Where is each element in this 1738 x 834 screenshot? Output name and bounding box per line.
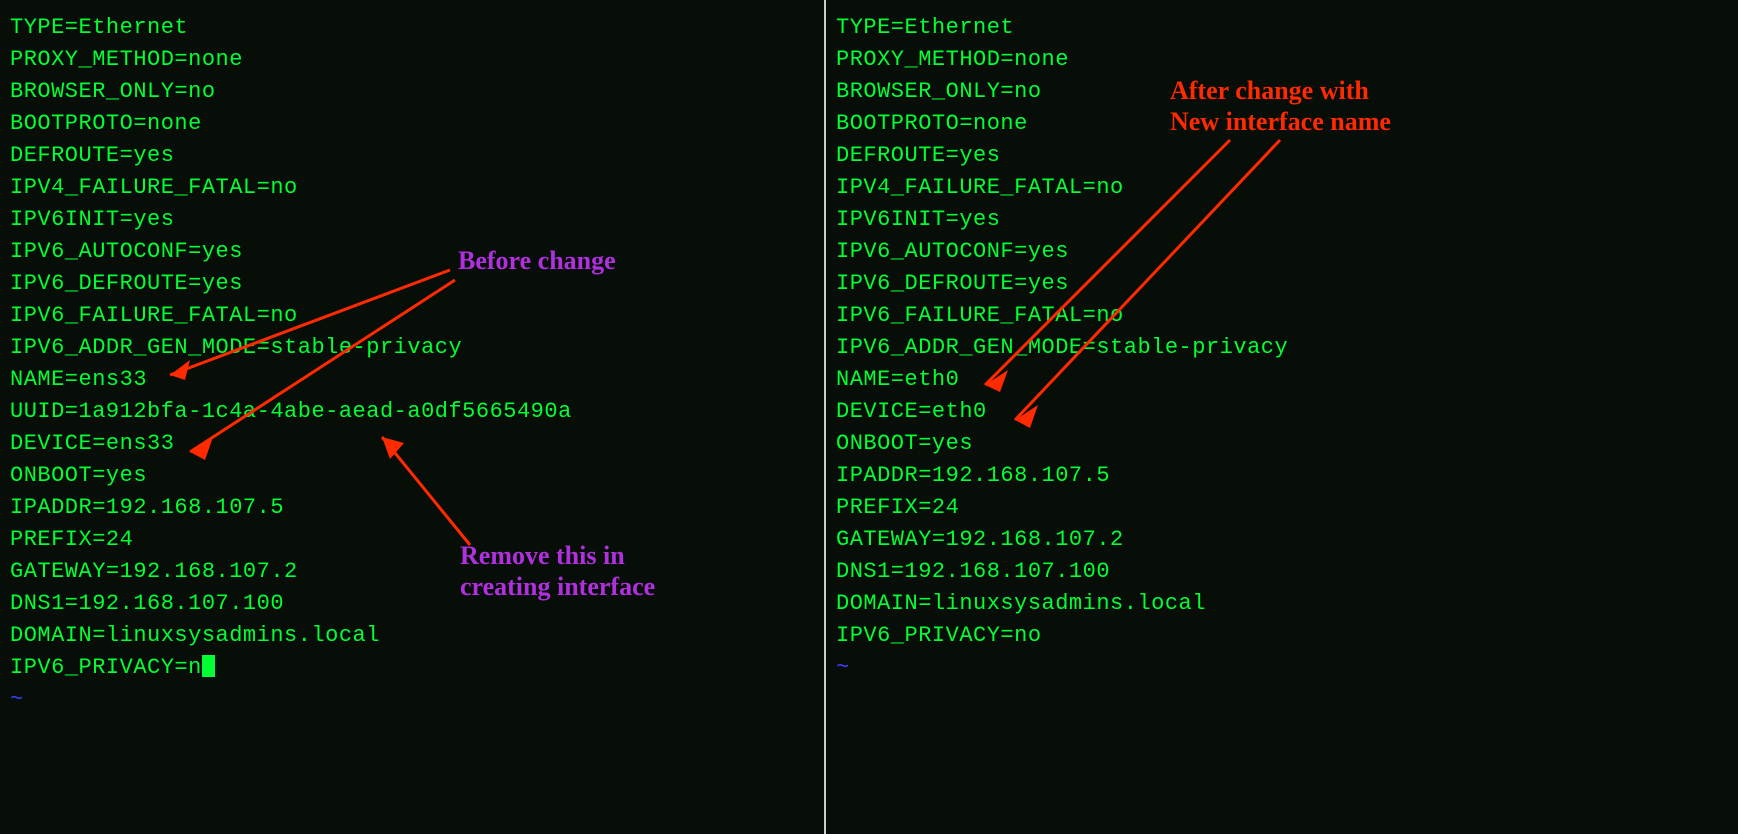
annotation-remove-this: Remove this in creating interface [460, 540, 655, 602]
config-line: PROXY_METHOD=none [836, 44, 1728, 76]
config-line: BROWSER_ONLY=no [10, 76, 814, 108]
config-line: IPV4_FAILURE_FATAL=no [836, 172, 1728, 204]
config-line: IPV6_FAILURE_FATAL=no [836, 300, 1728, 332]
config-line: IPV6_AUTOCONF=yes [10, 236, 814, 268]
config-line: DNS1=192.168.107.100 [10, 588, 814, 620]
config-line: IPV6_PRIVACY=n [10, 652, 814, 684]
config-line: DNS1=192.168.107.100 [836, 556, 1728, 588]
config-line: IPV6_PRIVACY=no [836, 620, 1728, 652]
config-line: IPV6_AUTOCONF=yes [836, 236, 1728, 268]
config-line: DOMAIN=linuxsysadmins.local [836, 588, 1728, 620]
config-line: IPV6_ADDR_GEN_MODE=stable-privacy [10, 332, 814, 364]
config-line: TYPE=Ethernet [10, 12, 814, 44]
config-line: IPV6_DEFROUTE=yes [10, 268, 814, 300]
config-line: PROXY_METHOD=none [10, 44, 814, 76]
annotation-before-change: Before change [458, 245, 616, 276]
vim-empty-line: ~ [836, 652, 1728, 684]
config-line: IPADDR=192.168.107.5 [10, 492, 814, 524]
config-line: IPV6INIT=yes [10, 204, 814, 236]
terminal-pane-left: TYPE=Ethernet PROXY_METHOD=none BROWSER_… [0, 0, 824, 834]
config-line: GATEWAY=192.168.107.2 [10, 556, 814, 588]
config-line: DEFROUTE=yes [10, 140, 814, 172]
config-line: GATEWAY=192.168.107.2 [836, 524, 1728, 556]
vim-empty-line: ~ [10, 684, 814, 716]
config-line: NAME=eth0 [836, 364, 1728, 396]
terminal-cursor [202, 655, 215, 677]
config-line: DEVICE=eth0 [836, 396, 1728, 428]
config-line: NAME=ens33 [10, 364, 814, 396]
config-line: IPV6_DEFROUTE=yes [836, 268, 1728, 300]
config-line: ONBOOT=yes [836, 428, 1728, 460]
config-line: DEFROUTE=yes [836, 140, 1728, 172]
annotation-after-change: After change with New interface name [1170, 75, 1391, 137]
config-line: IPV6_FAILURE_FATAL=no [10, 300, 814, 332]
config-line: DOMAIN=linuxsysadmins.local [10, 620, 814, 652]
config-line: DEVICE=ens33 [10, 428, 814, 460]
config-line: IPV4_FAILURE_FATAL=no [10, 172, 814, 204]
config-line: PREFIX=24 [10, 524, 814, 556]
config-line: UUID=1a912bfa-1c4a-4abe-aead-a0df5665490… [10, 396, 814, 428]
config-line: IPV6_ADDR_GEN_MODE=stable-privacy [836, 332, 1728, 364]
config-line: BOOTPROTO=none [10, 108, 814, 140]
config-line: IPV6INIT=yes [836, 204, 1728, 236]
config-line: IPADDR=192.168.107.5 [836, 460, 1728, 492]
config-line: PREFIX=24 [836, 492, 1728, 524]
config-line: TYPE=Ethernet [836, 12, 1728, 44]
config-line: ONBOOT=yes [10, 460, 814, 492]
